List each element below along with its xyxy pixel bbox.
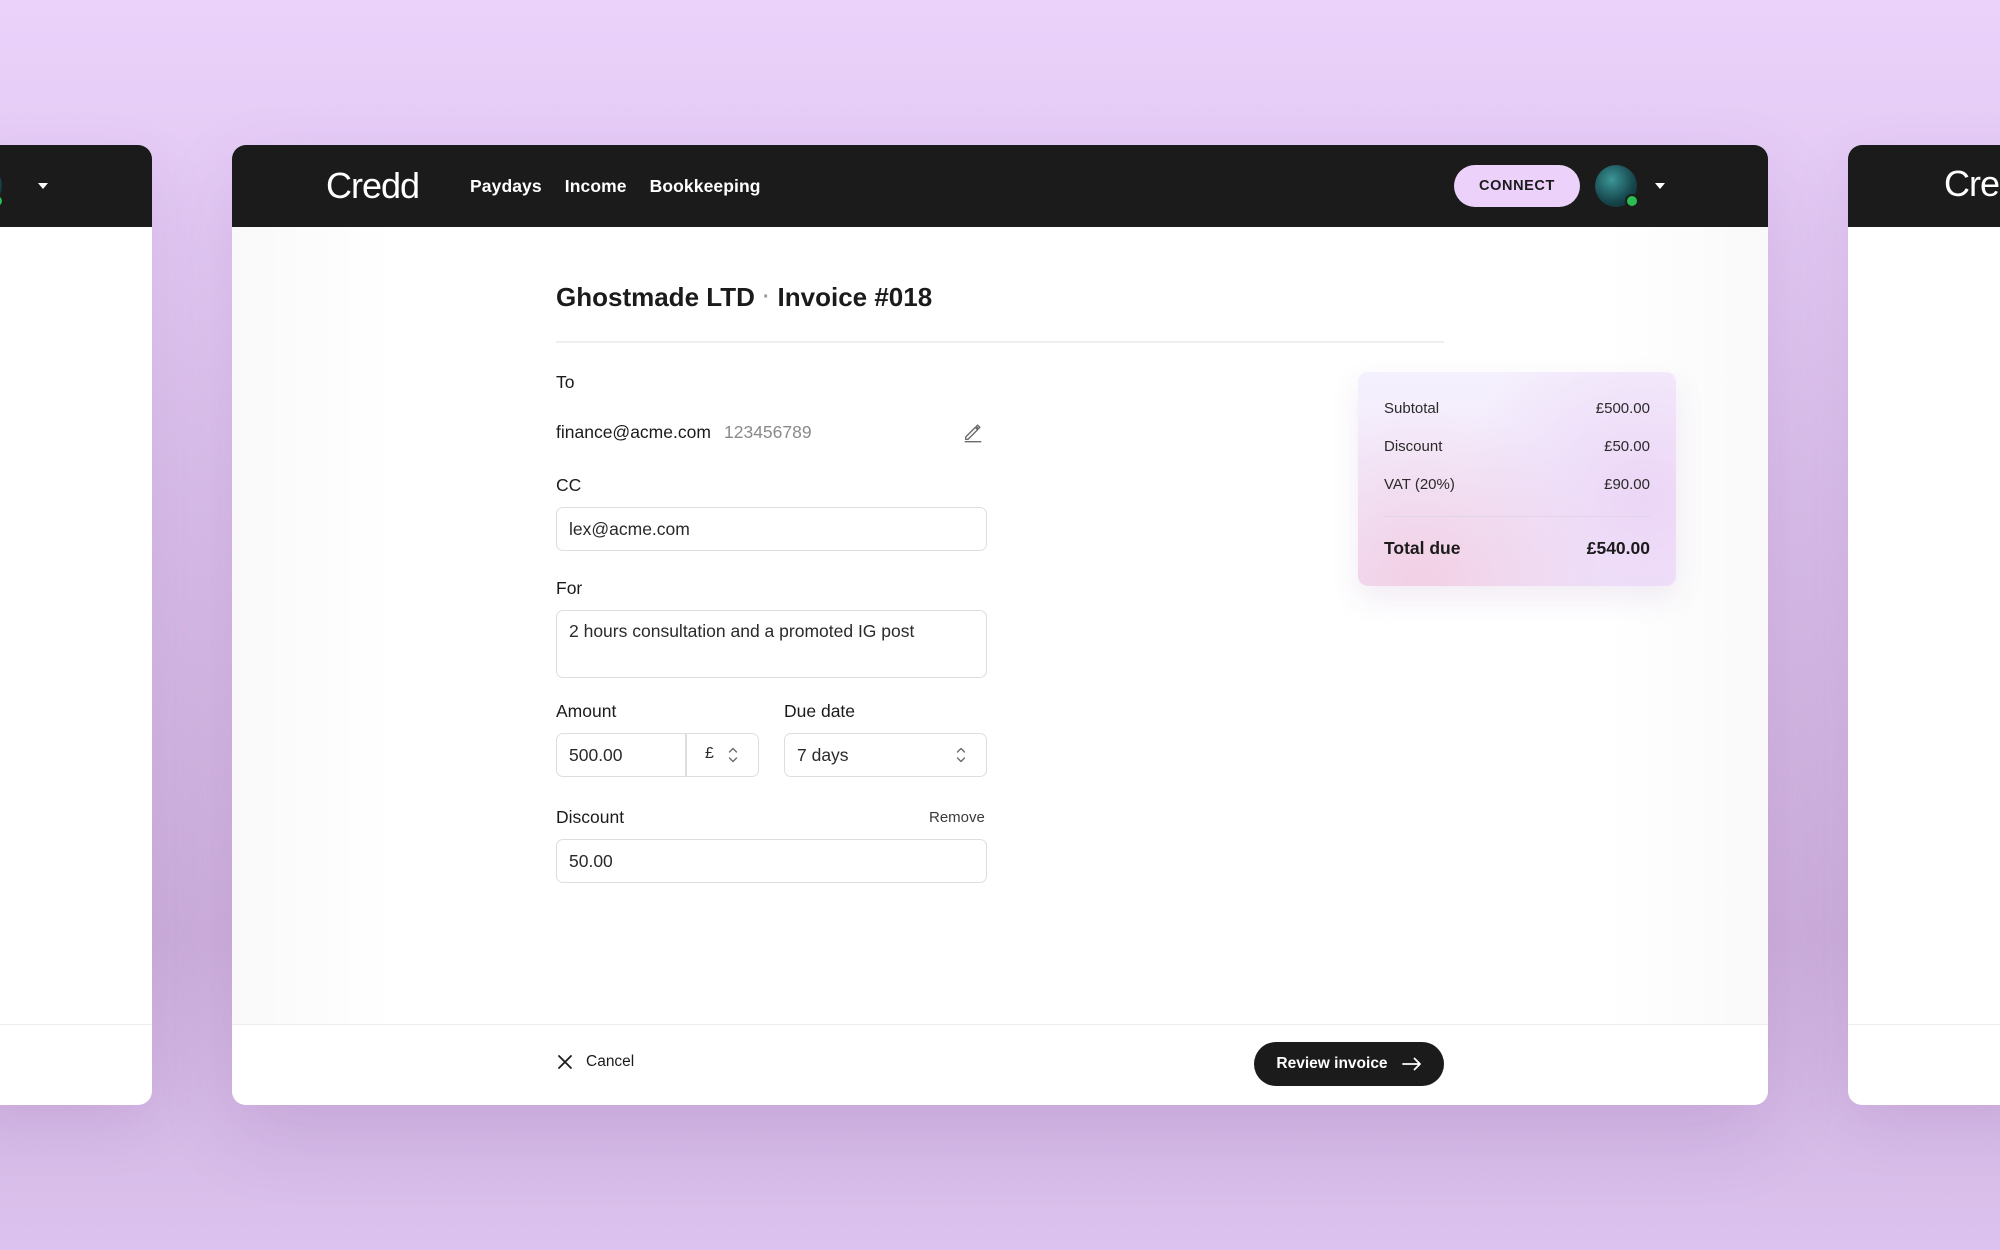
avatar xyxy=(0,165,4,208)
nav-item-paydays[interactable]: Paydays xyxy=(470,176,542,197)
online-status-dot xyxy=(0,194,4,208)
caret-down-icon[interactable] xyxy=(1655,183,1665,189)
total-due-label: Total due xyxy=(1384,538,1461,558)
summary-discount-row: Discount £50.00 xyxy=(1384,438,1650,455)
next-window-preview: Cre xyxy=(1848,145,2000,1105)
review-invoice-label: Review invoice xyxy=(1276,1055,1388,1072)
pencil-icon[interactable] xyxy=(962,421,984,443)
summary-total-row: Total due £540.00 xyxy=(1384,538,1650,559)
vat-value: £90.00 xyxy=(1604,476,1650,493)
amount-input[interactable]: 500.00 xyxy=(557,745,623,766)
recipient-email: finance@acme.com xyxy=(556,422,711,442)
recipient-phone: 123456789 xyxy=(724,422,812,442)
previous-window-footer-divider xyxy=(0,1024,152,1025)
summary-vat-row: VAT (20%) £90.00 xyxy=(1384,476,1650,493)
cancel-label: Cancel xyxy=(586,1053,635,1070)
arrow-right-icon xyxy=(1401,1057,1421,1071)
title-separator: · xyxy=(762,286,770,308)
next-window-footer-divider xyxy=(1848,1024,2000,1025)
for-label: For xyxy=(556,578,583,598)
main-nav: Paydays Income Bookkeeping xyxy=(470,145,761,227)
to-label: To xyxy=(556,372,575,392)
online-status-dot xyxy=(1625,194,1639,208)
cc-input-value: lex@acme.com xyxy=(569,518,690,539)
due-date-label: Due date xyxy=(784,701,856,721)
caret-down-icon xyxy=(38,183,48,189)
connect-button[interactable]: CONNECT xyxy=(1454,165,1580,207)
summary-subtotal-row: Subtotal £500.00 xyxy=(1384,400,1650,417)
amount-field: 500.00 £ xyxy=(556,733,759,777)
discount-input-value: 50.00 xyxy=(569,850,613,871)
title-divider xyxy=(556,341,1444,343)
cc-label: CC xyxy=(556,475,582,495)
discount-input[interactable]: 50.00 xyxy=(556,839,987,883)
previous-window-topbar xyxy=(0,145,152,227)
topbar: Credd Paydays Income Bookkeeping CONNECT xyxy=(232,145,1768,227)
cancel-button[interactable]: Cancel xyxy=(556,1053,634,1071)
user-avatar[interactable] xyxy=(1595,165,1639,208)
invoice-number: Invoice #018 xyxy=(777,282,933,312)
invoice-summary-card: Subtotal £500.00 Discount £50.00 VAT (20… xyxy=(1358,372,1676,586)
discount-label: Discount xyxy=(556,807,625,827)
review-invoice-button[interactable]: Review invoice xyxy=(1254,1042,1444,1086)
client-name: Ghostmade LTD xyxy=(556,282,755,312)
amount-label: Amount xyxy=(556,701,617,721)
app-logo[interactable]: Credd xyxy=(326,165,420,207)
chevron-up-down-icon xyxy=(956,747,966,763)
page-title: Ghostmade LTD · Invoice #018 xyxy=(556,282,932,313)
invoice-form-area: Ghostmade LTD · Invoice #018 To finance@ac… xyxy=(232,227,1768,1024)
nav-item-income[interactable]: Income xyxy=(565,176,627,197)
amount-currency-divider xyxy=(685,734,687,776)
subtotal-label: Subtotal xyxy=(1384,400,1440,417)
app-logo: Cre xyxy=(1944,163,2000,204)
form-footer: Cancel Review invoice xyxy=(232,1024,1768,1105)
summary-divider xyxy=(1384,516,1650,517)
summary-discount-label: Discount xyxy=(1384,438,1443,455)
vat-label: VAT (20%) xyxy=(1384,476,1455,493)
nav-item-bookkeeping[interactable]: Bookkeeping xyxy=(650,176,761,197)
next-window-topbar: Cre xyxy=(1848,145,2000,227)
description-value: 2 hours consultation and a promoted IG p… xyxy=(569,621,915,641)
description-textarea[interactable]: 2 hours consultation and a promoted IG p… xyxy=(556,610,987,678)
previous-window-preview xyxy=(0,145,152,1105)
due-date-select[interactable]: 7 days xyxy=(784,733,987,777)
total-due-value: £540.00 xyxy=(1586,538,1650,558)
close-icon xyxy=(558,1055,572,1069)
summary-discount-value: £50.00 xyxy=(1604,438,1650,455)
cc-input[interactable]: lex@acme.com xyxy=(556,507,987,551)
remove-discount-link[interactable]: Remove xyxy=(929,809,985,826)
subtotal-value: £500.00 xyxy=(1595,400,1650,417)
due-date-value: 7 days xyxy=(797,744,849,765)
currency-select[interactable]: £ xyxy=(705,745,714,763)
chevron-up-down-icon[interactable] xyxy=(728,746,738,764)
invoice-window: Credd Paydays Income Bookkeeping CONNECT… xyxy=(232,145,1768,1105)
